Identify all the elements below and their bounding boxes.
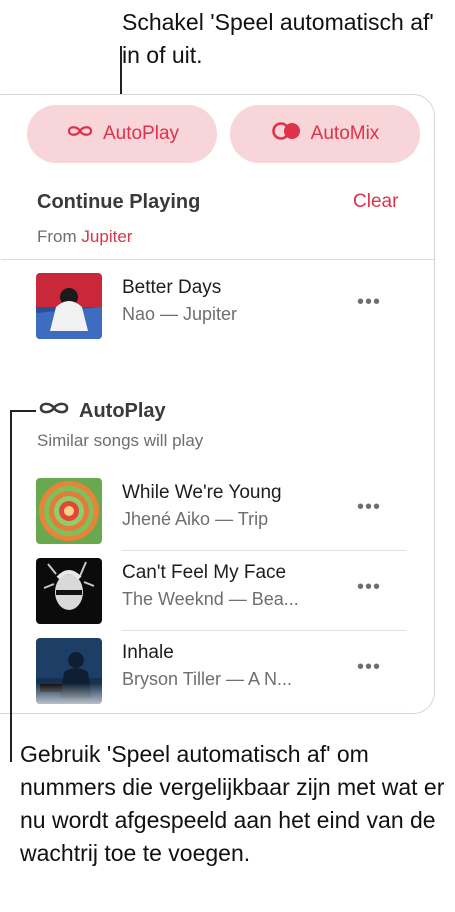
more-button[interactable]: •••	[357, 496, 381, 519]
callout-bottom-line	[10, 410, 12, 762]
autoplay-toggle-label: AutoPlay	[102, 123, 180, 144]
list-item[interactable]: Better Days Nao — Jupiter •••	[0, 273, 434, 339]
autoplay-section-label: AutoPlay	[79, 399, 166, 422]
infinity-icon	[37, 399, 71, 423]
automix-toggle-button[interactable]: AutoMix	[230, 105, 420, 163]
callout-bottom-text: Gebruik 'Speel automatisch af' om nummer…	[20, 741, 445, 866]
callout-top-text: Schakel 'Speel automatisch af' in of uit…	[122, 9, 434, 68]
continue-playing-title: Continue Playing	[37, 191, 201, 213]
list-item[interactable]: While We're Young Jhené Aiko — Trip •••	[0, 478, 434, 544]
queue-panel: AutoPlay AutoMix Continue Playing Clear …	[0, 94, 435, 714]
from-label: From	[37, 227, 77, 246]
callout-bottom-tick	[10, 410, 36, 412]
song-title: Can't Feel My Face	[122, 562, 287, 583]
panel-fade	[0, 683, 434, 713]
song-title: While We're Young	[122, 482, 282, 503]
section-divider	[1, 259, 434, 260]
autoplay-section-title: AutoPlay	[37, 399, 166, 423]
list-item[interactable]: Can't Feel My Face The Weeknd — Bea... •…	[0, 558, 434, 624]
song-subtitle: Jhené Aiko — Trip	[122, 509, 269, 529]
automix-icon	[271, 121, 303, 147]
automix-toggle-label: AutoMix	[310, 123, 380, 144]
autoplay-toggle-button[interactable]: AutoPlay	[27, 105, 217, 163]
more-button[interactable]: •••	[357, 656, 381, 679]
autoplay-section-subtitle: Similar songs will play	[37, 431, 204, 450]
album-art	[36, 478, 102, 544]
song-subtitle: Nao — Jupiter	[122, 304, 238, 324]
more-button[interactable]: •••	[357, 291, 381, 314]
song-title: Better Days	[122, 277, 222, 298]
clear-button[interactable]: Clear	[353, 191, 398, 213]
row-divider	[122, 550, 406, 551]
more-button[interactable]: •••	[357, 576, 381, 599]
song-title: Inhale	[122, 642, 174, 663]
song-subtitle: The Weeknd — Bea...	[122, 589, 299, 609]
album-art	[36, 273, 102, 339]
infinity-icon	[65, 123, 95, 145]
from-source-link[interactable]: Jupiter	[81, 227, 132, 246]
continue-playing-source: From Jupiter	[37, 227, 132, 247]
row-divider	[122, 630, 406, 631]
album-art	[36, 558, 102, 624]
